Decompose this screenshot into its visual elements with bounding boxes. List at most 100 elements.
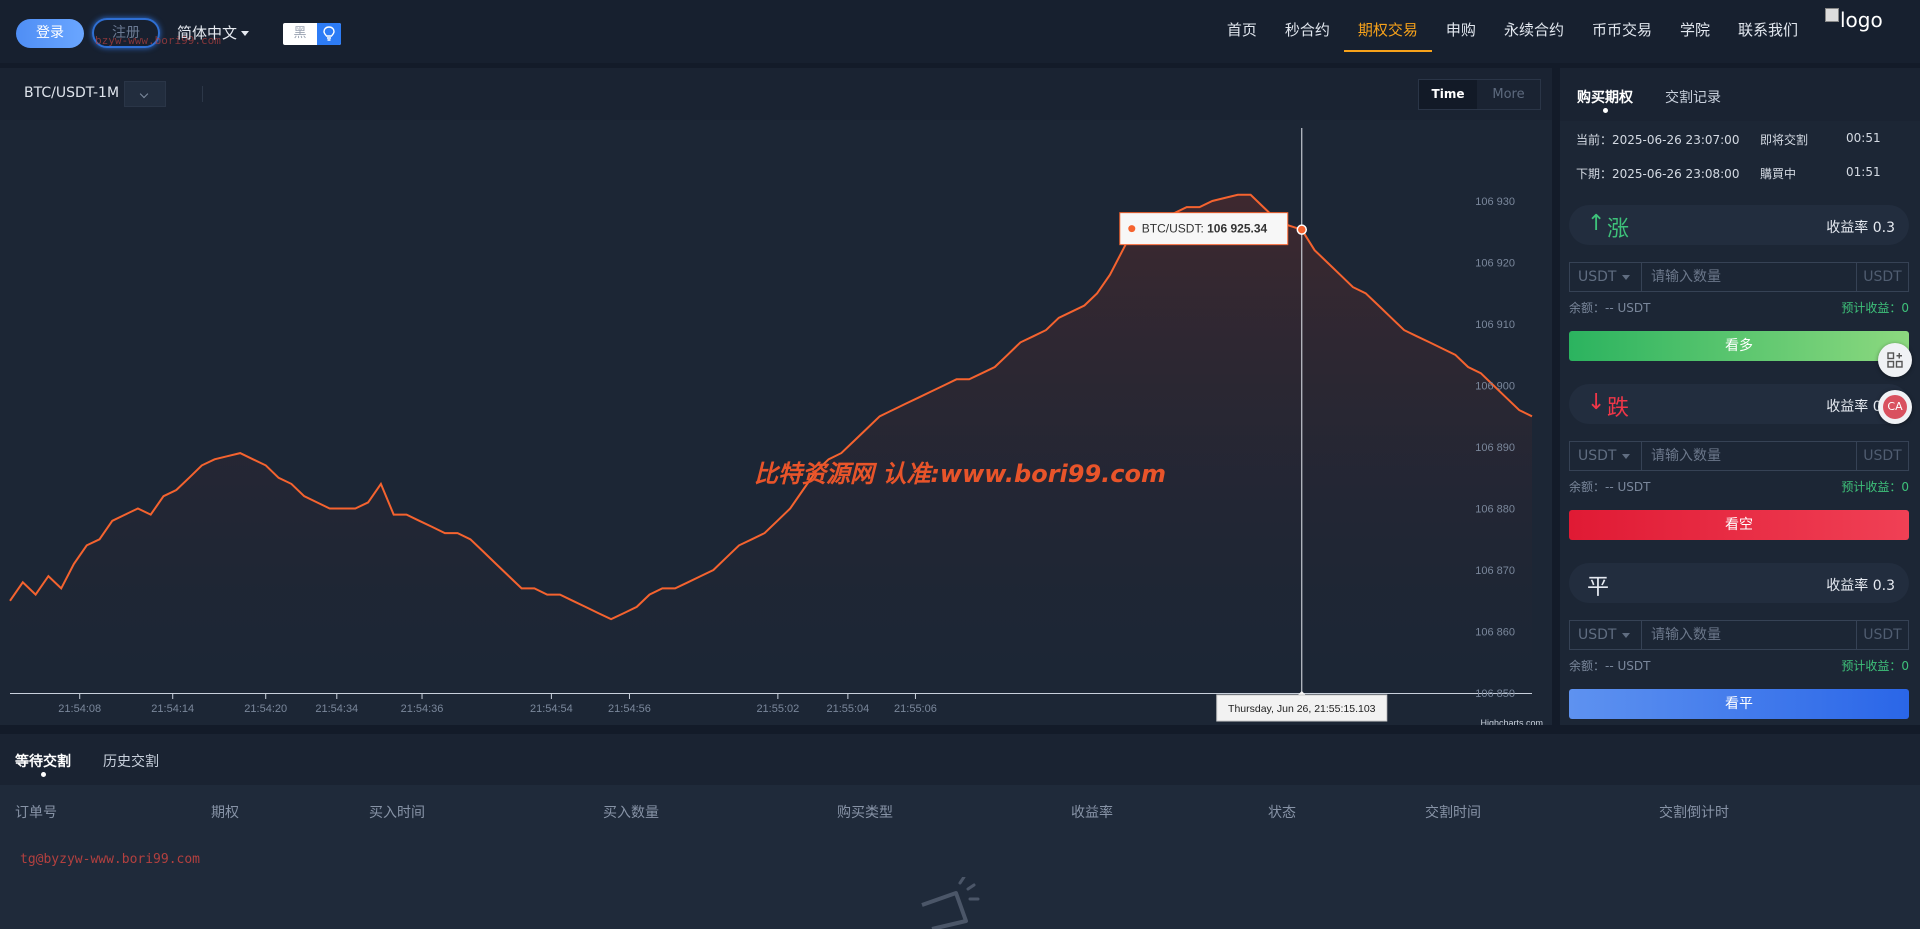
top-header: 登录 注册 bzyw-www.bori99.com 简体中文 黑 首页 秒合约 … xyxy=(0,0,1920,63)
y-tick-label: 106 870 xyxy=(1475,565,1515,577)
nav-options-trading[interactable]: 期权交易 xyxy=(1343,0,1432,63)
buy-short-button[interactable]: 看空 xyxy=(1569,510,1909,540)
column-header: 购买类型 xyxy=(837,805,893,821)
logo[interactable]: logo xyxy=(1825,8,1883,32)
theme-dark-option[interactable]: 黑 xyxy=(283,23,317,45)
tab-pending-delivery[interactable]: 等待交割 xyxy=(15,751,71,777)
next-status: 購買中 xyxy=(1760,167,1797,181)
float-app-button[interactable] xyxy=(1878,343,1912,377)
estimated-profit: 预计收益：0 xyxy=(1841,659,1909,673)
nav-perpetual[interactable]: 永续合约 xyxy=(1490,0,1578,63)
buy-long-button[interactable]: 看多 xyxy=(1569,331,1909,361)
next-countdown: 01:51 xyxy=(1846,165,1881,179)
amount-input-group: USDT USDT xyxy=(1569,441,1909,471)
x-tick-label: 21:54:14 xyxy=(151,703,194,715)
balance-text: 余额：-- USDT xyxy=(1569,301,1651,315)
nav-academy[interactable]: 学院 xyxy=(1666,0,1724,63)
y-tick-label: 106 900 xyxy=(1475,381,1515,393)
price-chart[interactable]: 106 930 106 920 106 910 106 900 106 890 106 8… xyxy=(0,120,1552,725)
tab-buy-label: 购买期权 xyxy=(1577,90,1633,106)
x-tick-label: 21:55:06 xyxy=(894,703,937,715)
buy-flat-button[interactable]: 看平 xyxy=(1569,689,1909,719)
yield-rate: 收益率 0.3 xyxy=(1826,220,1895,236)
option-title: 平 xyxy=(1587,575,1610,600)
nav-home[interactable]: 首页 xyxy=(1213,0,1271,63)
current-status: 即将交割 xyxy=(1760,133,1809,147)
more-button[interactable]: More xyxy=(1477,80,1540,109)
trade-panel: 购买期权 交割记录 当前：2025-06-26 23:07:00 即将交割 00… xyxy=(1560,68,1920,725)
x-tick-label: 21:54:36 xyxy=(401,703,444,715)
language-label: 简体中文 xyxy=(177,24,238,42)
broken-image-icon xyxy=(1825,8,1839,22)
theme-toggle[interactable]: 黑 xyxy=(283,23,341,45)
amount-input[interactable] xyxy=(1643,621,1857,649)
grid-icon xyxy=(1887,352,1903,368)
empty-state-icon xyxy=(921,877,980,929)
current-period: 当前：2025-06-26 23:07:00 xyxy=(1576,133,1740,147)
active-dot xyxy=(1603,108,1608,113)
column-header: 买入时间 xyxy=(369,805,425,821)
column-header: 订单号 xyxy=(15,805,57,821)
unit-label: USDT xyxy=(1856,442,1908,470)
estimated-profit: 预计收益：0 xyxy=(1841,480,1909,494)
option-card-rise: ↑ 涨 收益率 0.3 xyxy=(1569,205,1909,245)
amount-input[interactable] xyxy=(1643,442,1857,470)
option-card-flat: 平 收益率 0.3 xyxy=(1569,563,1909,603)
nav-spot[interactable]: 币币交易 xyxy=(1578,0,1666,63)
tab-delivery-records[interactable]: 交割记录 xyxy=(1665,87,1721,107)
y-tick-label: 106 930 xyxy=(1475,196,1515,208)
tab-delivery-history[interactable]: 历史交割 xyxy=(103,751,159,771)
caret-down-icon xyxy=(241,31,250,36)
time-button[interactable]: Time xyxy=(1419,80,1477,109)
y-tick-label: 106 860 xyxy=(1475,627,1515,639)
x-tick-label: 21:54:56 xyxy=(608,703,651,715)
currency-label: USDT xyxy=(1578,627,1617,643)
crosshair-label-text: Thursday, Jun 26, 21:55:15.103 xyxy=(1228,703,1376,715)
toolbar-divider xyxy=(202,86,203,102)
symbol-label: BTC/USDT-1M xyxy=(24,85,120,101)
column-header: 期权 xyxy=(211,805,239,821)
chart-watermark: 比特资源网 认准:www.bori99.com xyxy=(754,460,1166,488)
nav-subscribe[interactable]: 申购 xyxy=(1432,0,1490,63)
chart-toolbar: BTC/USDT-1M Time More xyxy=(0,68,1552,120)
symbol-dropdown[interactable] xyxy=(124,81,166,107)
x-tick-label: 21:54:34 xyxy=(315,703,358,715)
language-select[interactable]: 简体中文 xyxy=(177,22,250,43)
currency-label: USDT xyxy=(1578,448,1617,464)
chevron-down-icon xyxy=(139,89,149,99)
balance-text: 余额：-- USDT xyxy=(1569,480,1651,494)
caret-down-icon xyxy=(1622,453,1631,459)
caret-down-icon xyxy=(1622,632,1631,638)
active-dot xyxy=(41,772,46,777)
tooltip-dot xyxy=(1128,225,1136,233)
currency-select[interactable]: USDT xyxy=(1570,621,1642,649)
tooltip-value: 106 925.34 xyxy=(1207,222,1267,236)
tooltip-label: BTC/USDT: xyxy=(1142,222,1207,236)
tab-pending-label: 等待交割 xyxy=(15,754,71,770)
float-ca-button[interactable]: CA xyxy=(1878,390,1912,424)
currency-select[interactable]: USDT xyxy=(1570,442,1642,470)
ca-badge: CA xyxy=(1883,395,1907,419)
tab-buy-option[interactable]: 购买期权 xyxy=(1577,87,1633,113)
orders-table: 订单号 期权 买入时间 买入数量 购买类型 收益率 状态 交割时间 交割倒计时 … xyxy=(0,785,1920,929)
nav-second-contract[interactable]: 秒合约 xyxy=(1271,0,1344,63)
main-nav: 首页 秒合约 期权交易 申购 永续合约 币币交易 学院 联系我们 xyxy=(1213,0,1812,63)
tooltip-text: BTC/USDT: 106 925.34 xyxy=(1142,222,1268,236)
nav-contact[interactable]: 联系我们 xyxy=(1724,0,1812,63)
estimated-profit: 预计收益：0 xyxy=(1841,301,1909,315)
x-tick-label: 21:54:54 xyxy=(530,703,573,715)
watermark-text: tg@byzyw-www.bori99.com xyxy=(20,852,201,867)
logo-alt-text: logo xyxy=(1840,8,1883,32)
option-card-fall: ↓ 跌 收益率 0.3 xyxy=(1569,384,1909,424)
column-header: 交割时间 xyxy=(1425,805,1481,821)
currency-select[interactable]: USDT xyxy=(1570,263,1642,291)
x-tick-label: 21:54:20 xyxy=(244,703,287,715)
theme-light-option[interactable] xyxy=(317,23,341,45)
y-tick-label: 106 890 xyxy=(1475,442,1515,454)
amount-input[interactable] xyxy=(1643,263,1857,291)
chart-panel: BTC/USDT-1M Time More 106 930 106 920 106 … xyxy=(0,68,1552,725)
login-button[interactable]: 登录 xyxy=(16,19,84,48)
balance-text: 余额：-- USDT xyxy=(1569,659,1651,673)
option-title: 涨 xyxy=(1607,217,1630,242)
next-period: 下期：2025-06-26 23:08:00 xyxy=(1576,167,1740,181)
